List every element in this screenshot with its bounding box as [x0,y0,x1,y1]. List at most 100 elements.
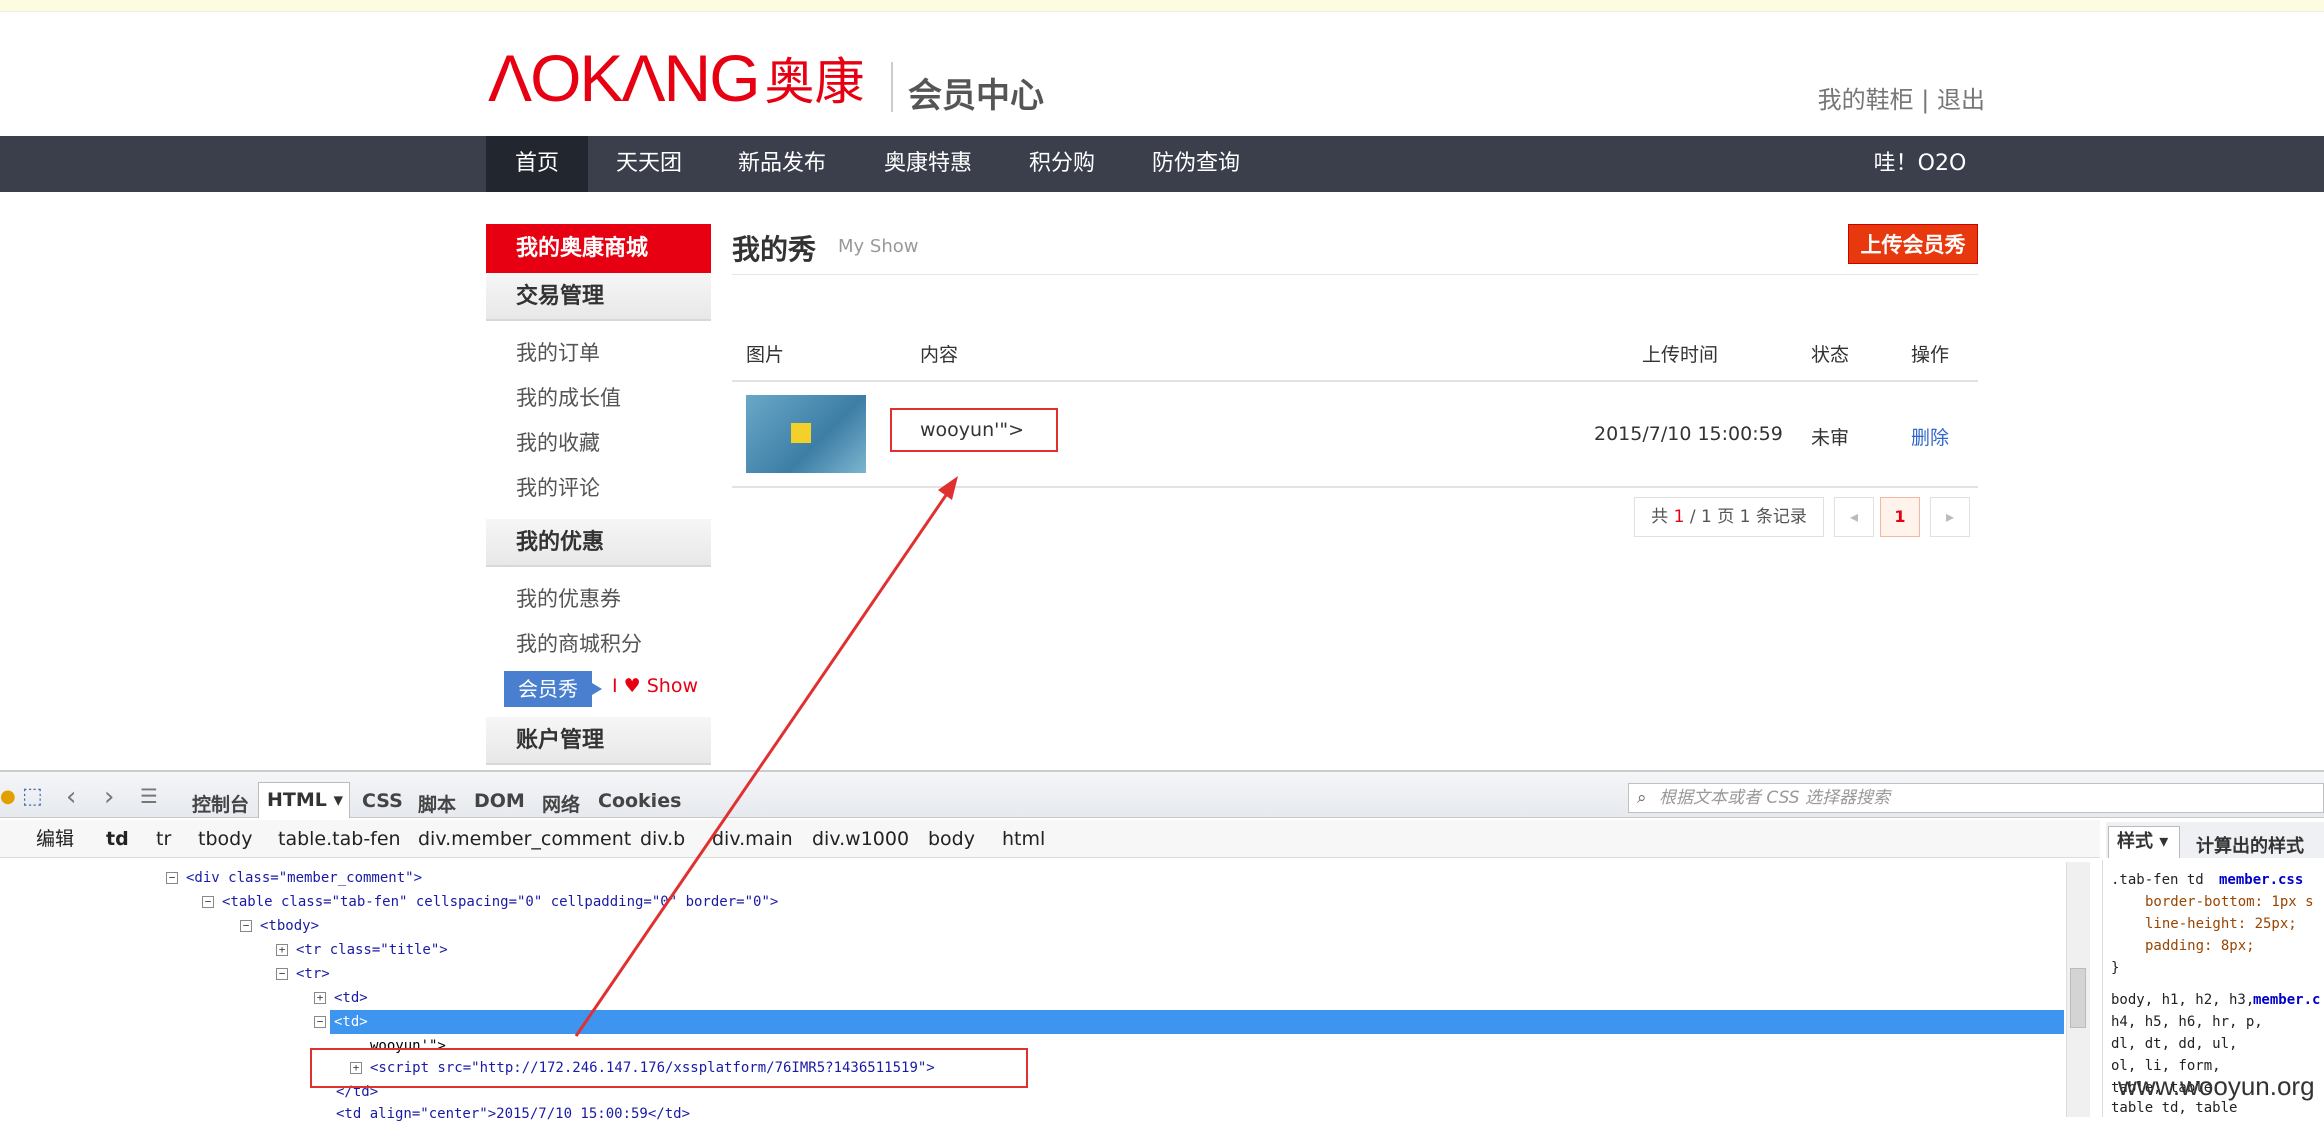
logout-link[interactable]: 退出 [1937,86,1985,114]
back-icon[interactable]: ‹ [66,782,76,812]
tree-node-selected[interactable]: − <td> [314,1012,368,1032]
logo-text-en: ΛOKΛNG [488,41,761,115]
sidebar-item-coupons[interactable]: 我的优惠券 [486,577,711,622]
tab-computed-styles[interactable]: 计算出的样式 [2196,832,2304,858]
forward-icon[interactable]: › [104,782,114,812]
css-rule-selector: table td, table [2111,1100,2238,1116]
nav-item-o2o[interactable]: 哇！O2O [1858,136,1982,192]
pager-current: 1 [1673,507,1685,527]
crumb-body[interactable]: body [928,820,975,858]
crumb-tbody[interactable]: tbody [198,820,252,858]
css-rule-selector[interactable]: body, h1, h2, h3, [2111,992,2254,1008]
sidebar-item-reviews[interactable]: 我的评论 [486,466,711,511]
tree-node-text: <tbody> [260,918,320,934]
header-links: 我的鞋柜 | 退出 [1818,80,1985,115]
pager-prev-icon[interactable]: ◂ [1834,497,1874,537]
sidebar-item-growth[interactable]: 我的成长值 [486,376,711,421]
tree-node-text: <td> [334,990,368,1006]
crumb-div-main[interactable]: div.main [712,820,793,858]
nav-item-special[interactable]: 奥康特惠 [870,136,986,192]
link-separator: | [1921,86,1930,114]
nav-item-daily-group[interactable]: 天天团 [603,136,695,192]
watermark: www.wooyun.org [2118,1071,2315,1101]
delete-link[interactable]: 删除 [1911,423,1949,450]
crumb-member-comment[interactable]: div.member_comment [418,820,631,858]
collapse-icon[interactable]: − [166,872,178,884]
header-divider [732,380,1978,382]
sidebar-item-favorites[interactable]: 我的收藏 [486,421,711,466]
css-rule-selector: dl, dt, dd, ul, [2111,1036,2238,1052]
tree-node[interactable]: + <td> [314,988,368,1008]
pager-summary: 共 1 / 1 页 1 条记录 [1634,497,1824,537]
show-thumbnail[interactable] [746,395,866,473]
crumb-td[interactable]: td [106,820,129,858]
tab-network[interactable]: 网络 [542,790,580,817]
tree-node[interactable]: − <div class="member_comment"> [166,868,422,888]
i-love-show-tag: I ♥ Show [612,675,698,697]
sidebar-item-member-show[interactable]: 会员秀 I ♥ Show [486,667,711,707]
tree-node-text: <tr> [296,966,330,982]
pager-prefix: 共 [1651,507,1669,527]
css-property[interactable]: border-bottom: 1px s [2145,894,2314,910]
nav-item-new-release[interactable]: 新品发布 [726,136,838,192]
tree-node-text: <table class="tab-fen" cellspacing="0" c… [222,894,779,910]
css-property[interactable]: line-height: 25px; [2145,916,2297,932]
expand-icon[interactable]: + [314,992,326,1004]
tree-node[interactable]: − <tbody> [240,916,319,936]
tab-script[interactable]: 脚本 [418,790,456,817]
collapse-icon[interactable]: − [202,896,214,908]
expand-icon[interactable]: + [276,944,288,956]
tree-node[interactable]: <td align="center">2015/7/10 15:00:59</t… [336,1104,690,1124]
shoe-cabinet-link[interactable]: 我的鞋柜 [1818,86,1914,114]
crumb-div-b[interactable]: div.b [640,820,685,858]
upload-show-button[interactable]: 上传会员秀 [1848,224,1978,264]
crumb-html[interactable]: html [1002,820,1045,858]
breadcrumb: 编辑 td tr tbody table.tab-fen div.member_… [0,820,2100,858]
css-rule-selector[interactable]: .tab-fen td [2111,872,2204,888]
tree-node[interactable]: − <table class="tab-fen" cellspacing="0" … [202,892,778,912]
css-source-link[interactable]: member.c [2253,992,2320,1008]
pager-page-1[interactable]: 1 [1880,497,1920,537]
css-source-link[interactable]: member.css [2219,872,2303,888]
aokang-logo[interactable]: ΛOKΛNG 奥康 [488,41,865,115]
pager-slash: / [1689,507,1696,527]
tab-cookies[interactable]: Cookies [598,790,681,812]
member-show-button[interactable]: 会员秀 [504,671,602,707]
tree-node[interactable]: − <tr> [276,964,330,984]
pager-next-icon[interactable]: ▸ [1930,497,1970,537]
tab-console[interactable]: 控制台 [192,790,249,817]
tab-dom[interactable]: DOM [474,790,525,812]
crumb-table[interactable]: table.tab-fen [278,820,401,858]
sidebar-item-mall-points[interactable]: 我的商城积分 [486,622,711,667]
crumb-div-w1000[interactable]: div.w1000 [812,820,909,858]
main-nav: 首页 天天团 新品发布 奥康特惠 积分购 防伪查询 哇！O2O [0,136,2324,192]
nav-item-points[interactable]: 积分购 [1016,136,1108,192]
sidebar-section-trade: 交易管理 [486,273,711,321]
collapse-icon[interactable]: − [314,1016,326,1028]
outline-icon[interactable]: ☰ [140,784,158,808]
tab-styles[interactable]: 样式 ▾ [2108,826,2180,858]
edit-button[interactable]: 编辑 [36,820,74,858]
annotation-arrow-head [938,476,958,500]
show-content-cell: wooyun'"> [890,408,1058,452]
nav-item-anti-fake[interactable]: 防伪查询 [1140,136,1252,192]
firebug-icon[interactable]: ● [0,786,16,807]
nav-item-home[interactable]: 首页 [486,136,588,192]
collapse-icon[interactable]: − [276,968,288,980]
tab-html[interactable]: HTML ▾ [258,782,350,818]
title-divider [732,274,1978,275]
row-divider [732,486,1978,488]
sidebar-item-orders[interactable]: 我的订单 [486,331,711,376]
scrollbar-thumb[interactable] [2070,968,2086,1028]
logo-text-cn: 奥康 [764,53,865,111]
inspect-icon[interactable]: ⬚ [22,784,43,809]
column-header-content: 内容 [920,344,959,366]
css-property[interactable]: padding: 8px; [2145,938,2255,954]
column-header-action: 操作 [1911,344,1950,366]
collapse-icon[interactable]: − [240,920,252,932]
tab-css[interactable]: CSS [362,790,403,812]
crumb-tr[interactable]: tr [156,820,171,858]
sidebar-my-mall[interactable]: 我的奥康商城 [486,224,711,273]
tree-node[interactable]: + <tr class="title"> [276,940,448,960]
devtools-search-input[interactable]: ⌕ 根据文本或者 CSS 选择器搜索 [1628,783,2324,813]
